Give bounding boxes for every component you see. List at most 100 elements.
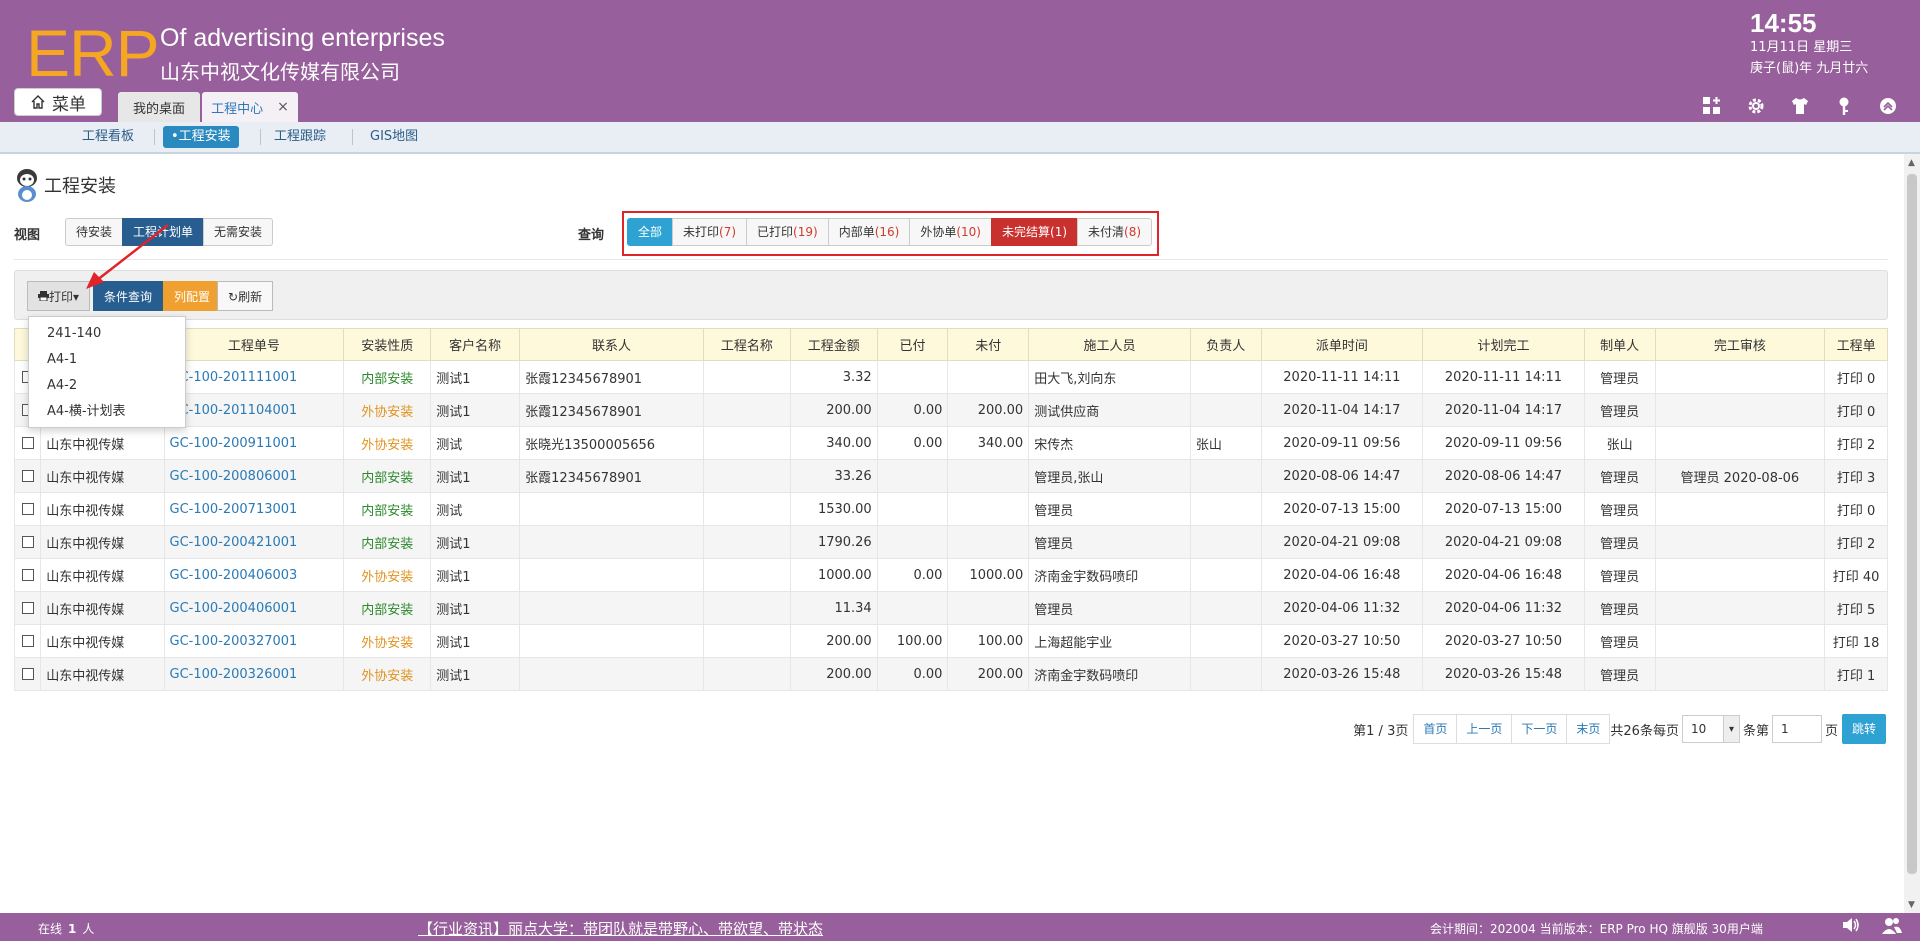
column-header[interactable]: 已付 (876, 328, 949, 361)
column-header[interactable]: 负责人 (1189, 328, 1262, 361)
filter-unsettled-button[interactable]: 未完结算(1) (991, 218, 1079, 246)
table-cell[interactable] (13, 657, 42, 691)
filter-all-button[interactable]: 全部 (627, 218, 674, 246)
column-header[interactable]: 派单时间 (1260, 328, 1424, 361)
menu-item-241-140[interactable]: 241-140 (29, 321, 185, 347)
page-size-select[interactable]: 10 ▾ (1681, 715, 1740, 743)
speaker-icon[interactable] (1842, 917, 1860, 939)
close-icon[interactable]: × (277, 99, 289, 115)
table-cell[interactable]: GC-100-200713001 (163, 492, 345, 526)
menu-item-a4-1[interactable]: A4-1 (29, 347, 185, 373)
tab-project-center[interactable]: 工程中心 × (202, 92, 298, 122)
subnav-gis-map[interactable]: GIS地图 (362, 126, 426, 148)
table-cell[interactable] (13, 426, 42, 460)
table-row[interactable]: 山东中视传媒 GC-100-200421001 内部安装 测试1 1790.26 管理员 2… (13, 525, 1888, 559)
filter-unprinted-button[interactable]: 未打印(7) (672, 218, 748, 246)
column-header[interactable]: 制单人 (1583, 328, 1656, 361)
subnav-project-tracking[interactable]: 工程跟踪 (266, 126, 334, 148)
table-cell[interactable]: GC-100-200327001 (163, 624, 345, 658)
table-row[interactable]: 山东中视传媒 GC-100-200713001 内部安装 测试 1530.00 管理员 20… (13, 492, 1888, 526)
row-checkbox[interactable] (21, 470, 34, 482)
row-checkbox[interactable] (21, 503, 34, 515)
column-header[interactable]: 计划完工 (1422, 328, 1585, 361)
vertical-scrollbar[interactable]: ▲ ▼ (1904, 154, 1920, 914)
table-row[interactable]: 山东中视传媒 GC-100-200806001 内部安装 测试1 张霞123456789… (13, 459, 1888, 493)
filter-external-button[interactable]: 外协单(10) (909, 218, 992, 246)
table-row[interactable]: 山东中视传媒 GC-100-200326001 外协安装 测试1 200.00 0.00 2… (13, 657, 1888, 691)
table-cell[interactable]: GC-100-200326001 (163, 657, 345, 691)
gear-icon[interactable] (1744, 94, 1768, 118)
row-checkbox[interactable] (21, 437, 34, 449)
table-cell[interactable]: GC-100-200911001 (163, 426, 345, 460)
table-row[interactable]: 山东中视传媒 GC-100-200911001 外协安装 测试 张晓光135000056… (13, 426, 1888, 460)
news-link[interactable]: 【行业资讯】丽点大学：带团队就是带野心、带欲望、带状态 (418, 918, 823, 939)
print-dropdown-button[interactable]: 打印▾ (27, 281, 91, 311)
menu-button[interactable]: 菜单 (14, 88, 102, 116)
shirt-icon[interactable] (1788, 94, 1812, 118)
column-header[interactable]: 联系人 (519, 328, 704, 361)
table-cell: 11.34 (789, 591, 878, 625)
column-header[interactable]: 未付 (947, 328, 1030, 361)
table-cell[interactable]: GC-100-201104001 (163, 393, 345, 427)
table-cell[interactable]: GC-100-200406001 (163, 591, 345, 625)
table-cell (1189, 393, 1262, 427)
table-cell[interactable] (13, 591, 42, 625)
refresh-button[interactable]: ↻刷新 (217, 281, 274, 311)
column-header[interactable]: 客户名称 (430, 328, 521, 361)
table-cell[interactable] (13, 459, 42, 493)
scroll-up-icon[interactable]: ▲ (1908, 158, 1915, 168)
table-row[interactable]: GC-100-201111001 内部安装 测试1 张霞12345678901 3.32… (13, 360, 1888, 394)
column-header[interactable]: 工程单号 (163, 328, 345, 361)
next-page-button[interactable]: 下一页 (1511, 714, 1568, 744)
row-checkbox[interactable] (21, 569, 34, 581)
column-header[interactable]: 完工审核 (1654, 328, 1826, 361)
menu-item-a4-2[interactable]: A4-2 (29, 373, 185, 399)
menu-item-a4-landscape-plan[interactable]: A4-横-计划表 (29, 399, 185, 425)
jump-button[interactable]: 跳转 (1841, 714, 1886, 744)
tab-my-desktop[interactable]: 我的桌面 (118, 92, 200, 122)
scroll-down-icon[interactable]: ▼ (1908, 900, 1915, 910)
column-header[interactable]: 安装性质 (343, 328, 432, 361)
collapse-up-icon[interactable] (1876, 94, 1900, 118)
table-cell[interactable] (13, 624, 42, 658)
table-cell[interactable] (13, 525, 42, 559)
row-checkbox[interactable] (21, 635, 34, 647)
subnav-project-board[interactable]: 工程看板 (74, 126, 142, 148)
table-row[interactable]: GC-100-201104001 外协安装 测试1 张霞12345678901 200.… (13, 393, 1888, 427)
table-cell (1189, 558, 1262, 592)
table-cell[interactable]: GC-100-200406003 (163, 558, 345, 592)
filter-printed-button[interactable]: 已打印(19) (746, 218, 829, 246)
table-row[interactable]: 山东中视传媒 GC-100-200406001 内部安装 测试1 11.34 管理员 202… (13, 591, 1888, 625)
column-header[interactable]: 施工人员 (1028, 328, 1191, 361)
first-page-button[interactable]: 首页 (1413, 714, 1458, 744)
table-row[interactable]: 山东中视传媒 GC-100-200327001 外协安装 测试1 200.00 100.0… (13, 624, 1888, 658)
column-header[interactable]: 工程名称 (702, 328, 791, 361)
table-cell[interactable]: GC-100-201111001 (163, 360, 345, 394)
row-checkbox[interactable] (21, 602, 34, 614)
column-header[interactable]: 工程单 (1824, 328, 1888, 361)
grid-add-icon[interactable] (1700, 94, 1724, 118)
scroll-thumb[interactable] (1907, 174, 1917, 874)
goto-page-input[interactable]: 1 (1771, 715, 1822, 743)
row-checkbox[interactable] (21, 536, 34, 548)
column-header[interactable]: 工程金额 (789, 328, 878, 361)
key-icon[interactable] (1832, 94, 1856, 118)
last-page-button[interactable]: 末页 (1566, 714, 1611, 744)
table-cell: 张霞12345678901 (519, 393, 704, 427)
table-cell[interactable]: GC-100-200421001 (163, 525, 345, 559)
table-cell[interactable] (13, 558, 42, 592)
table-cell (1654, 426, 1826, 460)
table-cell[interactable]: GC-100-200806001 (163, 459, 345, 493)
view-no-install-button[interactable]: 无需安装 (203, 218, 274, 246)
table-cell: 管理员 (1583, 591, 1656, 625)
table-row[interactable]: 山东中视传媒 GC-100-200406003 外协安装 测试1 1000.00 0.00… (13, 558, 1888, 592)
filter-unpaid-button[interactable]: 未付清(8) (1077, 218, 1153, 246)
filter-internal-button[interactable]: 内部单(16) (827, 218, 911, 246)
row-checkbox[interactable] (21, 668, 34, 680)
table-cell (702, 591, 791, 625)
home-icon (31, 95, 45, 109)
subnav-project-install[interactable]: •工程安装 (163, 126, 239, 148)
users-icon[interactable] (1882, 917, 1902, 939)
table-cell[interactable] (13, 492, 42, 526)
prev-page-button[interactable]: 上一页 (1456, 714, 1513, 744)
